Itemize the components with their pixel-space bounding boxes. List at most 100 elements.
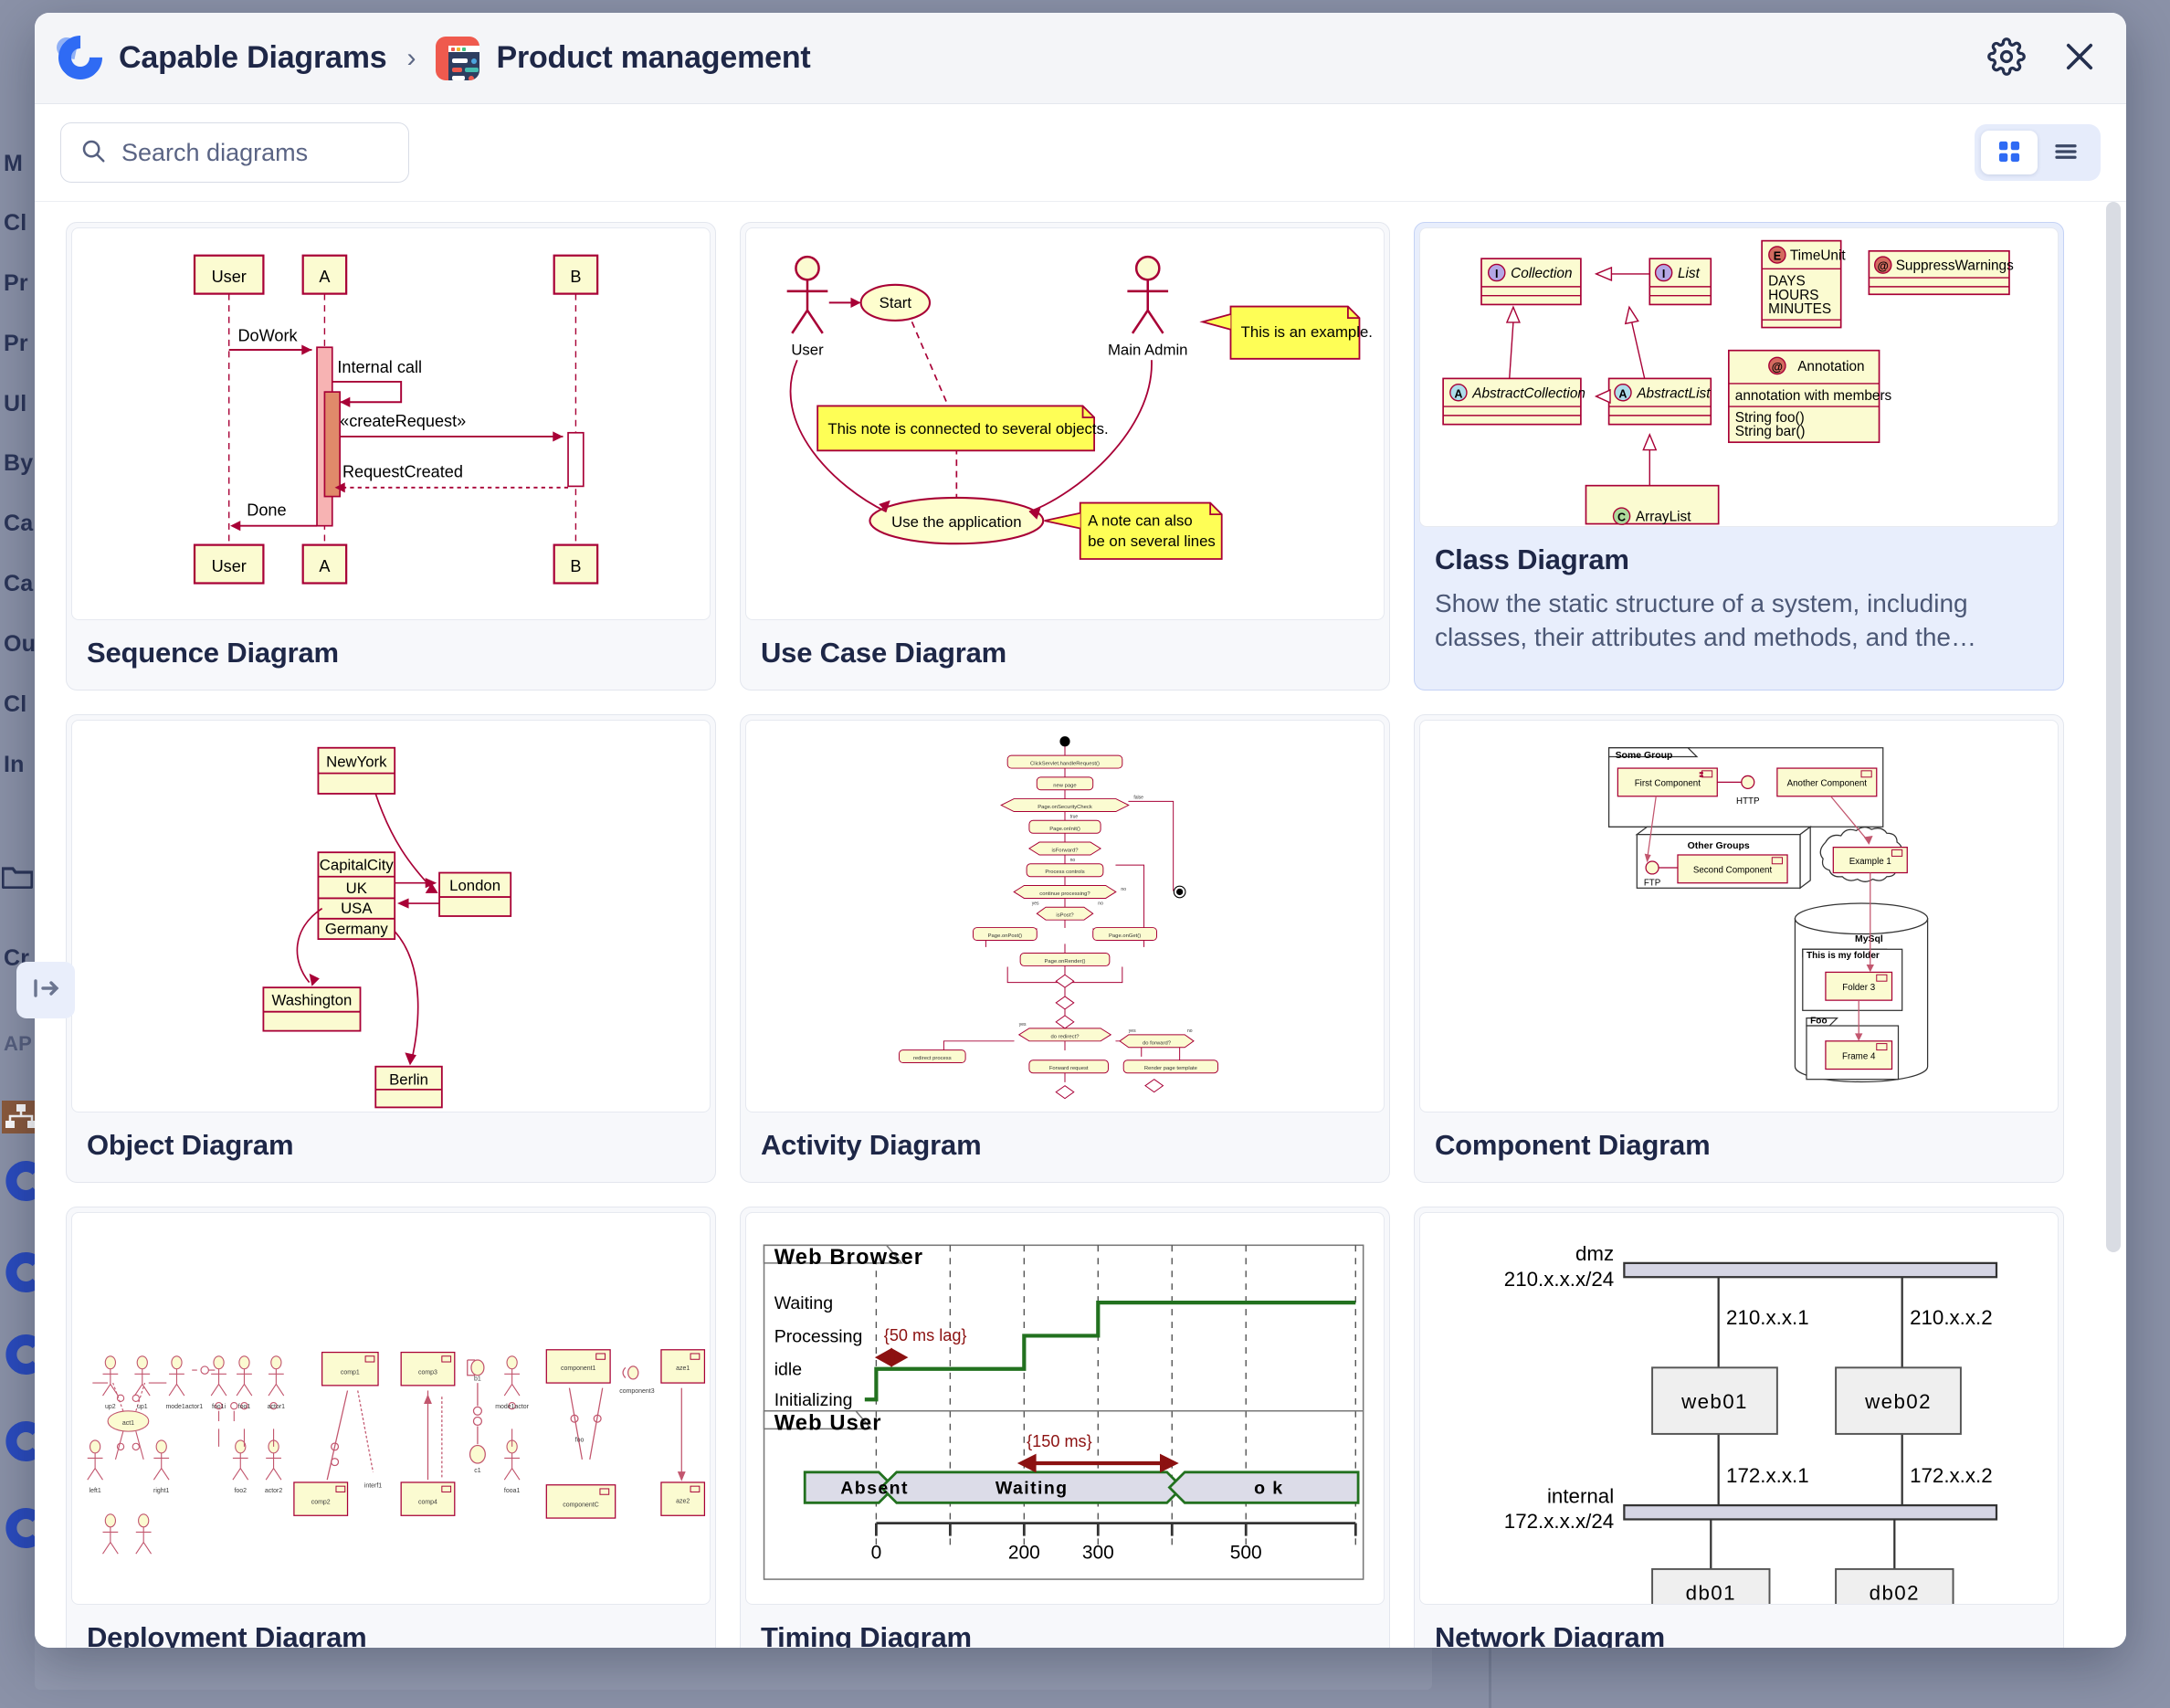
grid-view-button[interactable]	[1981, 131, 2038, 174]
list-view-icon	[2052, 138, 2080, 168]
svg-text:I: I	[1662, 268, 1666, 280]
diagram-title: Network Diagram	[1435, 1621, 2043, 1648]
svg-text:isPost?: isPost?	[1056, 913, 1074, 919]
svg-text:AbstractList: AbstractList	[1636, 385, 1711, 401]
folder-icon	[2, 863, 33, 889]
svg-text:actor2: actor2	[265, 1488, 282, 1494]
settings-button[interactable]	[1986, 37, 2028, 79]
svg-text:Washington: Washington	[272, 992, 353, 1009]
svg-text:Page.onInit(): Page.onInit()	[1049, 827, 1080, 832]
svg-text:c1: c1	[474, 1468, 480, 1474]
card-body: Use Case Diagram	[741, 620, 1389, 690]
svg-text:MINUTES: MINUTES	[1768, 301, 1831, 317]
bg-nav-item: By	[4, 450, 33, 477]
svg-text:A: A	[319, 557, 331, 575]
diagram-title: Use Case Diagram	[761, 637, 1369, 669]
breadcrumb-brand[interactable]: Capable Diagrams	[119, 40, 386, 76]
svg-text:E: E	[1774, 250, 1781, 263]
svg-text:no: no	[1098, 901, 1103, 906]
svg-text:HTTP: HTTP	[1736, 796, 1760, 807]
search-field[interactable]	[60, 122, 409, 183]
card-body: Timing Diagram	[741, 1605, 1389, 1648]
svg-text:This note is connected to seve: This note is connected to several object…	[827, 420, 1108, 438]
svg-text:aze2: aze2	[676, 1498, 690, 1504]
diagram-thumbnail: dmz 210.x.x.x/24 internal 172.x.x.x/24	[1419, 1212, 2059, 1605]
svg-text:Other Groups: Other Groups	[1688, 841, 1750, 851]
svg-text:be on several lines: be on several lines	[1088, 532, 1216, 550]
svg-text:SuppressWarnings: SuppressWarnings	[1896, 258, 2014, 274]
svg-text:isForward?: isForward?	[1052, 849, 1080, 854]
diagram-card-class[interactable]: I Collection I List	[1414, 222, 2064, 691]
svg-text:db02: db02	[1870, 1581, 1920, 1604]
diagram-list-scroll-area[interactable]: User A B DoWork	[35, 201, 2126, 1648]
svg-text:210.x.x.1: 210.x.x.1	[1726, 1306, 1809, 1329]
diagram-thumbnail: ClickServlet.handleRequest() new page Pa…	[745, 720, 1385, 1112]
header-actions	[1986, 37, 2101, 79]
svg-text:{150 ms}: {150 ms}	[1027, 1432, 1092, 1450]
dialog-header: Capable Diagrams › Product management	[35, 13, 2126, 104]
svg-text:no: no	[1187, 1028, 1193, 1034]
breadcrumb-project[interactable]: Product management	[496, 40, 810, 76]
svg-text:no: no	[1070, 858, 1076, 863]
diagram-title: Class Diagram	[1435, 543, 2043, 576]
bg-nav-item: Ou	[4, 631, 36, 658]
diagram-title: Activity Diagram	[761, 1129, 1369, 1162]
svg-text:foo1i: foo1i	[212, 1404, 226, 1410]
search-input[interactable]	[121, 139, 390, 167]
diagram-card-usecase[interactable]: User Main Admin Start U	[740, 222, 1390, 691]
svg-text:Page.onSecurityCheck: Page.onSecurityCheck	[1038, 805, 1092, 810]
svg-text:o k: o k	[1254, 1479, 1283, 1499]
expand-sidebar-icon	[29, 975, 62, 1007]
svg-text:false: false	[1133, 796, 1143, 801]
diagram-title: Timing Diagram	[761, 1621, 1369, 1648]
svg-text:Foo: Foo	[1810, 1016, 1827, 1026]
close-button[interactable]	[2059, 37, 2101, 79]
bg-nav-item: M	[4, 151, 23, 177]
diagram-card-object[interactable]: NewYork CapitalCity UK USA Germany	[66, 714, 716, 1183]
svg-text:Main Admin: Main Admin	[1108, 342, 1188, 359]
svg-text:NewYork: NewYork	[326, 754, 387, 771]
svg-text:fooa1: fooa1	[504, 1488, 521, 1494]
svg-text:do redirect?: do redirect?	[1051, 1034, 1080, 1039]
diagram-card-deployment[interactable]: up2 up1 mode1actor1 foo1i foo1 actor1 le…	[66, 1207, 716, 1648]
svg-text:@: @	[1772, 361, 1783, 374]
svg-text:comp3: comp3	[418, 1369, 437, 1376]
svg-text:Done: Done	[247, 501, 286, 520]
svg-text:A note can also: A note can also	[1088, 512, 1193, 530]
diagram-card-sequence[interactable]: User A B DoWork	[66, 222, 716, 691]
svg-text:mode1actor: mode1actor	[495, 1404, 529, 1410]
svg-text:yes: yes	[1032, 901, 1039, 906]
svg-text:continue processing?: continue processing?	[1039, 891, 1090, 897]
svg-text:redirect process: redirect process	[913, 1056, 952, 1061]
vertical-scrollbar[interactable]	[2106, 202, 2121, 1627]
svg-text:Some Group: Some Group	[1616, 751, 1673, 761]
dialog-toolbar	[35, 104, 2126, 201]
svg-text:Waiting: Waiting	[995, 1479, 1069, 1499]
close-icon	[2060, 37, 2099, 79]
svg-text:First Component: First Component	[1635, 779, 1701, 789]
bg-nav-item: Pr	[4, 270, 28, 297]
svg-text:internal: internal	[1547, 1484, 1614, 1507]
svg-text:comp2: comp2	[311, 1500, 331, 1506]
svg-text:Frame 4: Frame 4	[1842, 1051, 1876, 1061]
list-view-button[interactable]	[2038, 131, 2094, 174]
svg-text:Web User: Web User	[774, 1412, 882, 1436]
diagram-thumbnail: up2 up1 mode1actor1 foo1i foo1 actor1 le…	[71, 1212, 711, 1605]
expand-sidebar-button[interactable]	[16, 962, 75, 1018]
svg-text:Waiting: Waiting	[774, 1293, 833, 1313]
diagram-card-network[interactable]: dmz 210.x.x.x/24 internal 172.x.x.x/24	[1414, 1207, 2064, 1648]
diagram-thumbnail: User Main Admin Start U	[745, 227, 1385, 620]
svg-text:B: B	[570, 557, 581, 575]
scrollbar-thumb[interactable]	[2106, 202, 2121, 1252]
diagram-card-activity[interactable]: ClickServlet.handleRequest() new page Pa…	[740, 714, 1390, 1183]
svg-text:b1: b1	[474, 1376, 481, 1382]
svg-text:Germany: Germany	[325, 921, 389, 938]
svg-text:Web Browser: Web Browser	[774, 1246, 923, 1270]
diagram-card-component[interactable]: Some Group First Component HTTP Another …	[1414, 714, 2064, 1183]
svg-text:new page: new page	[1053, 783, 1076, 788]
svg-text:FTP: FTP	[1644, 878, 1660, 888]
bg-nav-item: Ca	[4, 571, 33, 597]
svg-text:Start: Start	[880, 294, 912, 311]
diagram-card-timing[interactable]: Web Browser Web User Waiting Processing …	[740, 1207, 1390, 1648]
diagram-grid: User A B DoWork	[35, 202, 2095, 1648]
